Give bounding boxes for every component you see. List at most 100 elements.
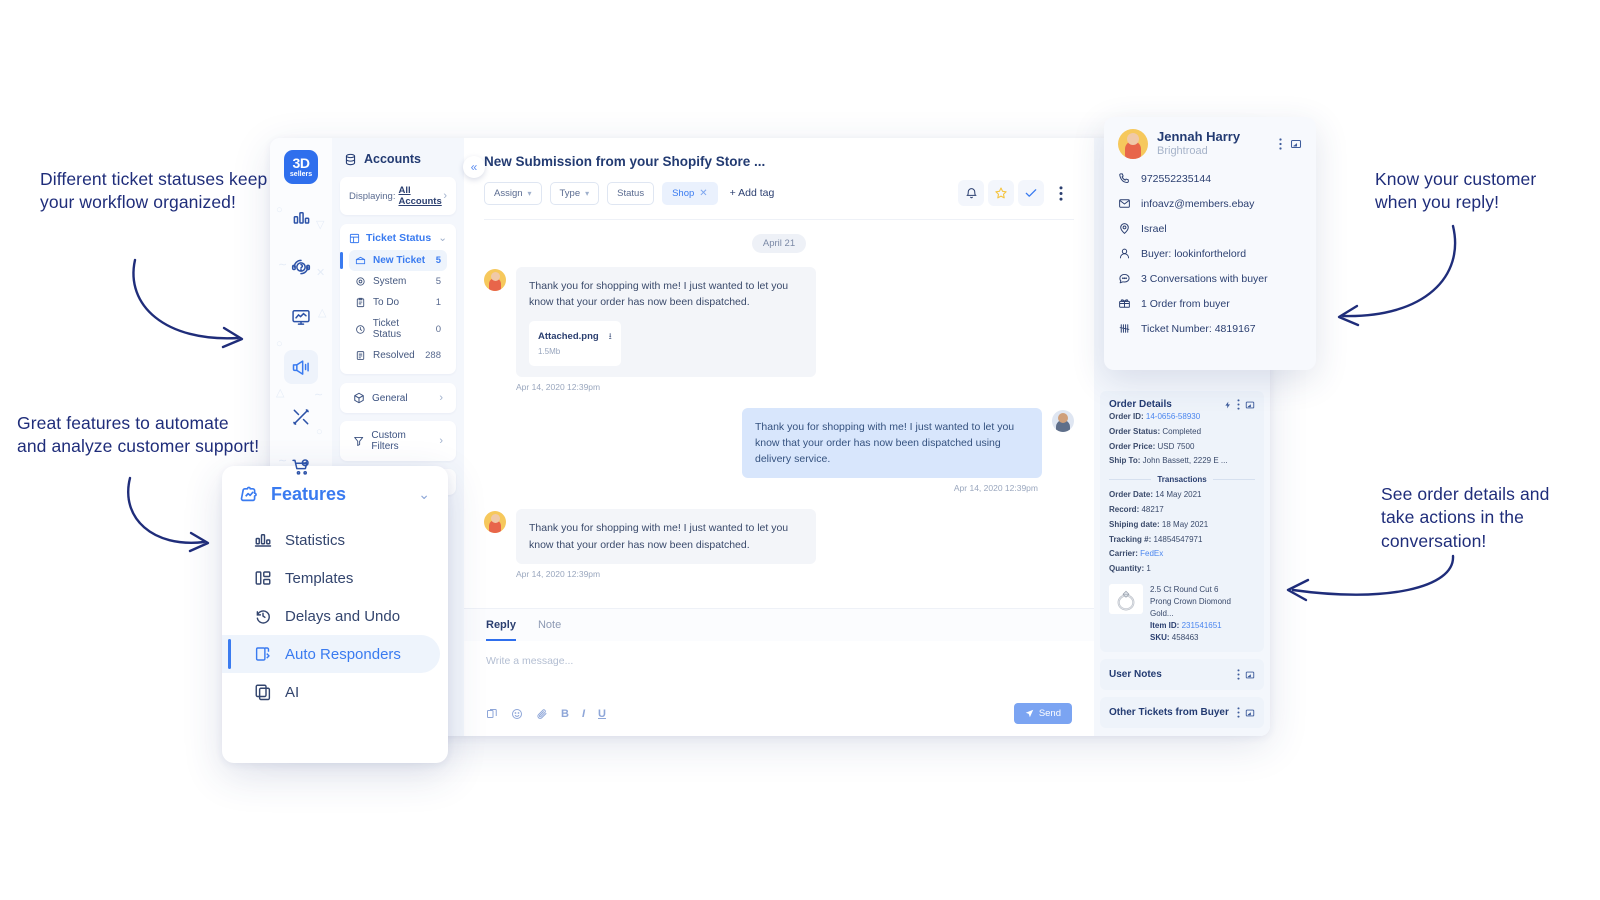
order-field-value[interactable]: 14-0656-58930 — [1146, 412, 1200, 421]
cart-check-icon[interactable] — [284, 450, 318, 484]
transaction-value[interactable]: FedEx — [1140, 549, 1163, 558]
bell-icon[interactable] — [958, 180, 984, 206]
attachment-icon[interactable] — [536, 708, 548, 720]
crossed-tools-icon[interactable] — [284, 400, 318, 434]
conversation-toolbar: Assign ▾ Type ▾ Status Shop ✕ + Add tag — [484, 180, 1074, 220]
other-tickets-card[interactable]: Other Tickets from Buyer — [1100, 697, 1264, 728]
transaction-field: Quantity: 1 — [1109, 562, 1255, 577]
status-button[interactable]: Status — [607, 181, 655, 205]
tab-note[interactable]: Note — [538, 619, 561, 641]
italic-icon[interactable]: I — [582, 708, 585, 720]
arrow-to-ticket-status — [132, 258, 244, 349]
expand-icon[interactable] — [1245, 708, 1255, 718]
features-item-templates[interactable]: Templates — [222, 559, 440, 597]
kebab-menu-icon[interactable] — [1048, 180, 1074, 206]
download-icon[interactable]: ⭳ — [609, 331, 612, 341]
support-headset-icon[interactable] — [284, 250, 318, 284]
close-icon[interactable]: ✕ — [699, 188, 707, 199]
expand-icon[interactable] — [1245, 670, 1255, 680]
chevron-right-icon[interactable]: › — [439, 392, 443, 404]
ticket-status-group-header[interactable]: Ticket Status ⌄ — [349, 232, 447, 244]
message-bubble: Thank you for shopping with me! I just w… — [516, 509, 816, 564]
type-dropdown[interactable]: Type ▾ — [549, 181, 600, 205]
sidebar-item-ticket-status[interactable]: Ticket Status 0 — [349, 313, 447, 345]
assign-dropdown[interactable]: Assign ▾ — [484, 181, 542, 205]
sidebar-item-to-do[interactable]: To Do 1 — [349, 292, 447, 313]
monitor-analytics-icon[interactable] — [284, 300, 318, 334]
features-item-label: Auto Responders — [285, 645, 401, 663]
add-tag-button[interactable]: + Add tag — [730, 187, 775, 199]
star-icon[interactable] — [988, 180, 1014, 206]
product-info: 2.5 Ct Round Cut 6 Prong Crown Diomond G… — [1150, 584, 1255, 644]
composer-tabs: Reply Note — [464, 609, 1094, 641]
undo-clock-icon — [256, 610, 270, 624]
chevron-right-icon[interactable]: › — [439, 435, 443, 447]
displaying-card[interactable]: Displaying: All Accounts › — [340, 177, 456, 215]
check-icon[interactable] — [1018, 180, 1044, 206]
kebab-menu-icon[interactable] — [1237, 707, 1240, 718]
features-item-auto-responders[interactable]: Auto Responders — [222, 635, 440, 673]
customer-row-text: 1 Order from buyer — [1141, 297, 1230, 310]
transaction-key: Tracking #: — [1109, 534, 1152, 544]
product-row[interactable]: 2.5 Ct Round Cut 6 Prong Crown Diomond G… — [1109, 584, 1255, 644]
tab-reply[interactable]: Reply — [486, 619, 516, 641]
sidebar-row-custom-filters[interactable]: Custom Filters › — [340, 421, 456, 461]
order-details-card: Order Details Order ID: 14-0656-58930 Or… — [1100, 391, 1264, 652]
tag-shop[interactable]: Shop ✕ — [662, 181, 718, 205]
database-icon — [345, 153, 356, 165]
transaction-field: Shiping date: 18 May 2021 — [1109, 518, 1255, 533]
message-timestamp: Apr 14, 2020 12:39pm — [516, 568, 601, 579]
expand-icon[interactable] — [1245, 400, 1255, 410]
sidebar-row-general[interactable]: General › — [340, 383, 456, 413]
send-button[interactable]: Send — [1013, 703, 1072, 724]
template-icon[interactable] — [486, 708, 498, 720]
displaying-value[interactable]: All Accounts — [398, 185, 443, 207]
brand-logo[interactable]: 3D sellers — [284, 150, 318, 184]
features-item-label: Statistics — [285, 531, 346, 549]
displaying-row[interactable]: Displaying: All Accounts › — [349, 185, 447, 207]
collapse-sidebar-button[interactable]: « — [463, 156, 485, 178]
order-field: Ship To: John Bassett, 2229 E ... — [1109, 454, 1255, 469]
customer-header: Jennah Harry Brightroad — [1118, 129, 1302, 159]
customer-row-email: infoavz@members.ebay — [1118, 191, 1302, 216]
features-item-statistics[interactable]: Statistics — [222, 521, 440, 559]
customer-row-text: 972552235144 — [1141, 172, 1212, 185]
bar-chart-icon[interactable] — [284, 200, 318, 234]
bold-icon[interactable]: B — [561, 708, 569, 720]
features-header[interactable]: Features ⌄ — [222, 484, 448, 505]
chevron-right-icon[interactable]: › — [443, 190, 447, 202]
kebab-menu-icon[interactable] — [1237, 669, 1240, 680]
user-notes-card[interactable]: User Notes — [1100, 659, 1264, 690]
underline-icon[interactable]: U — [598, 708, 606, 720]
order-field-key: Order Price: — [1109, 441, 1156, 451]
sidebar-item-resolved[interactable]: Resolved 288 — [349, 345, 447, 366]
customer-row-text: infoavz@members.ebay — [1141, 197, 1255, 210]
item-id-value[interactable]: 231541651 — [1182, 621, 1222, 630]
megaphone-icon[interactable] — [284, 350, 318, 384]
sidebar-item-new-ticket[interactable]: New Ticket 5 — [340, 250, 447, 271]
kebab-menu-icon[interactable] — [1237, 399, 1240, 410]
composer-toolbar: B I U Send — [464, 703, 1094, 736]
attachment-card[interactable]: Attached.png ⭳ 1.5Mb — [529, 320, 621, 366]
message-bubble: Thank you for shopping with me! I just w… — [516, 267, 816, 377]
sidebar-item-system[interactable]: System 5 — [349, 271, 447, 292]
product-title-line2: Prong Crown Diomond Gold... — [1150, 597, 1231, 618]
order-field-value: Completed — [1162, 426, 1202, 436]
features-flyout: Features ⌄ Statistics Templates Delays a… — [222, 466, 448, 763]
features-item-delays-and-undo[interactable]: Delays and Undo — [222, 597, 440, 635]
kebab-menu-icon[interactable] — [1279, 138, 1282, 150]
features-item-ai[interactable]: AI — [222, 673, 440, 711]
tag-label: Shop — [672, 187, 695, 199]
composer-input[interactable]: Write a message... — [464, 641, 1094, 703]
callout-know-customer: Know your customer when you reply! — [1375, 169, 1537, 213]
expand-icon[interactable] — [1290, 138, 1302, 150]
emoji-icon[interactable] — [511, 708, 523, 720]
sidebar-row-label: General — [372, 392, 408, 404]
ticket-status-group-label: Ticket Status — [366, 232, 432, 244]
composer-placeholder: Write a message... — [486, 655, 574, 667]
chevron-down-icon[interactable]: ⌄ — [438, 232, 447, 244]
lightning-icon[interactable] — [1224, 400, 1232, 410]
user-icon — [1119, 248, 1130, 259]
type-label: Type — [559, 187, 581, 199]
chevron-down-icon[interactable]: ⌄ — [418, 486, 430, 503]
